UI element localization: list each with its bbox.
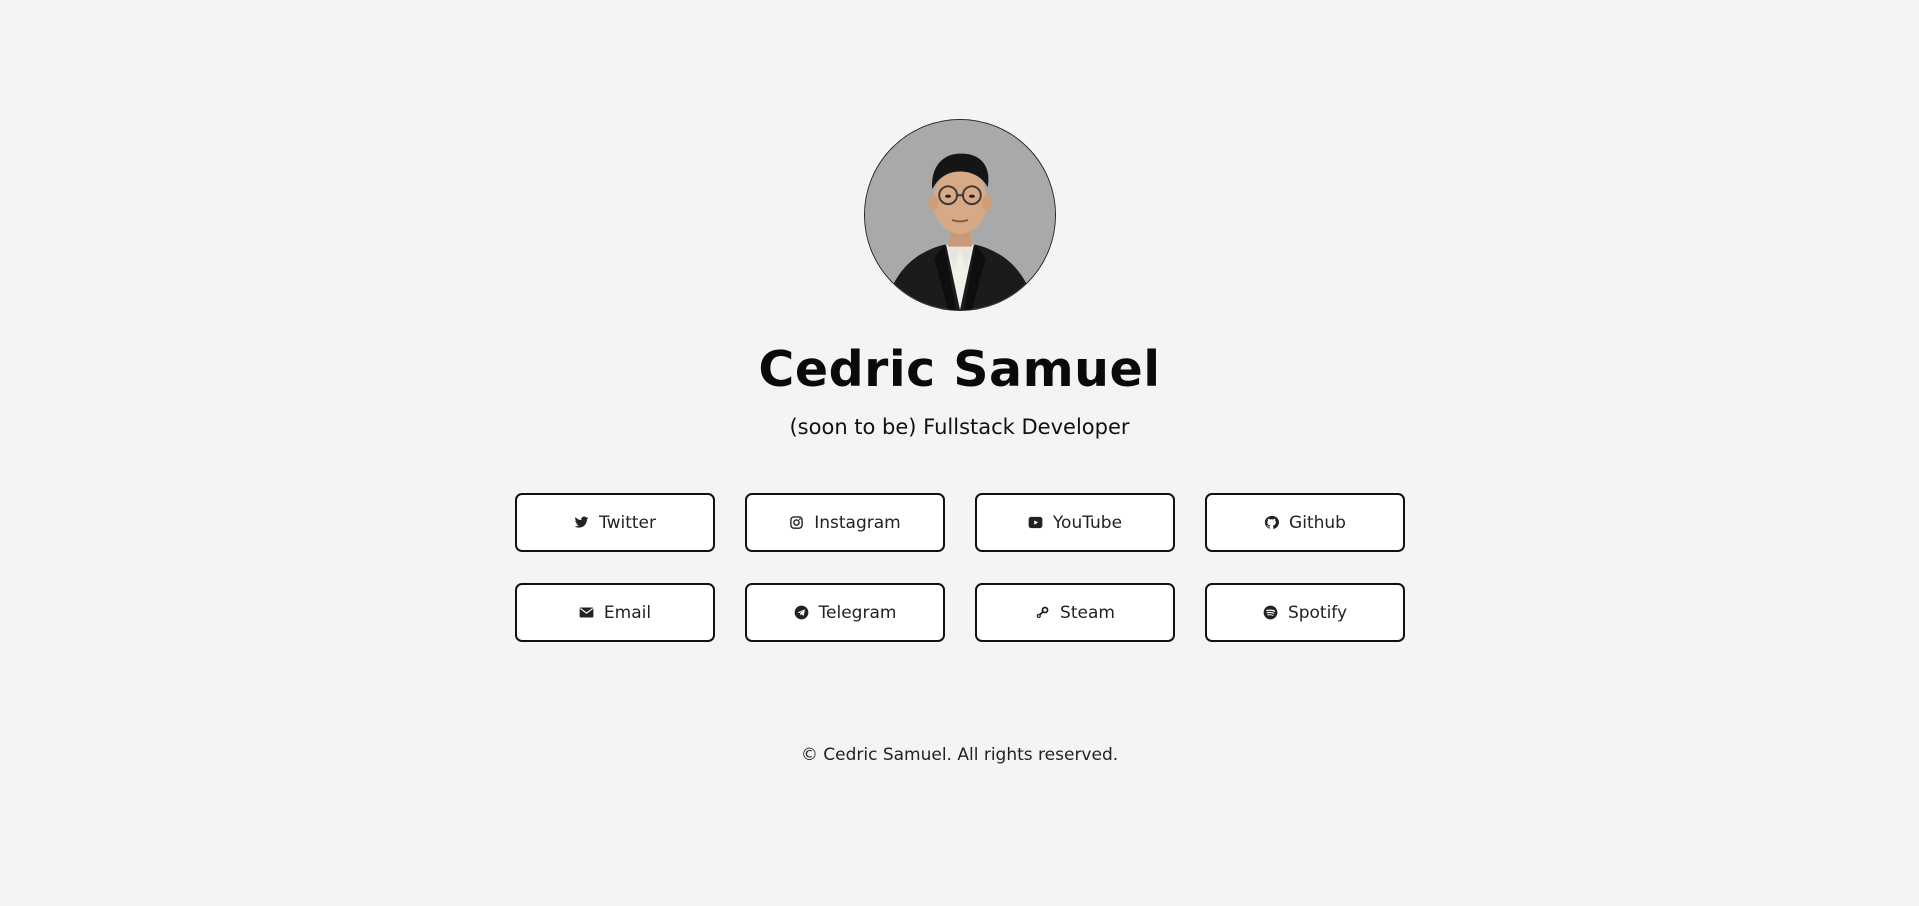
steam-link-label: Steam: [1060, 602, 1115, 623]
copyright-footer: © Cedric Samuel. All rights reserved.: [800, 745, 1119, 765]
github-link-label: Github: [1289, 512, 1346, 533]
profile-subtitle: (soon to be) Fullstack Developer: [789, 415, 1130, 439]
instagram-icon: [789, 515, 804, 530]
youtube-link-button[interactable]: YouTube: [975, 493, 1175, 552]
profile-name: Cedric Samuel: [758, 341, 1161, 398]
spotify-icon: [1263, 605, 1278, 620]
page: Cedric Samuel (soon to be) Fullstack Dev…: [0, 0, 1919, 906]
email-link-button[interactable]: Email: [515, 583, 715, 642]
github-link-button[interactable]: Github: [1205, 493, 1405, 552]
github-icon: [1264, 515, 1280, 530]
instagram-link-label: Instagram: [814, 512, 901, 533]
profile-avatar: [864, 119, 1056, 311]
twitter-icon: [574, 515, 589, 530]
twitter-link-label: Twitter: [599, 512, 656, 533]
email-link-label: Email: [603, 602, 652, 623]
profile-photo: [865, 120, 1055, 310]
youtube-icon: [1028, 515, 1043, 530]
twitter-link-button[interactable]: Twitter: [515, 493, 715, 552]
telegram-icon: [794, 605, 809, 620]
envelope-icon: [579, 605, 594, 620]
steam-link-button[interactable]: Steam: [975, 583, 1175, 642]
telegram-link-label: Telegram: [818, 602, 897, 623]
instagram-link-button[interactable]: Instagram: [745, 493, 945, 552]
spotify-link-label: Spotify: [1287, 602, 1348, 623]
youtube-link-label: YouTube: [1052, 512, 1123, 533]
steam-icon: [1035, 605, 1050, 620]
telegram-link-button[interactable]: Telegram: [745, 583, 945, 642]
spotify-link-button[interactable]: Spotify: [1205, 583, 1405, 642]
social-links-grid: Twitter Instagram YouTube Github Email T…: [515, 493, 1405, 642]
